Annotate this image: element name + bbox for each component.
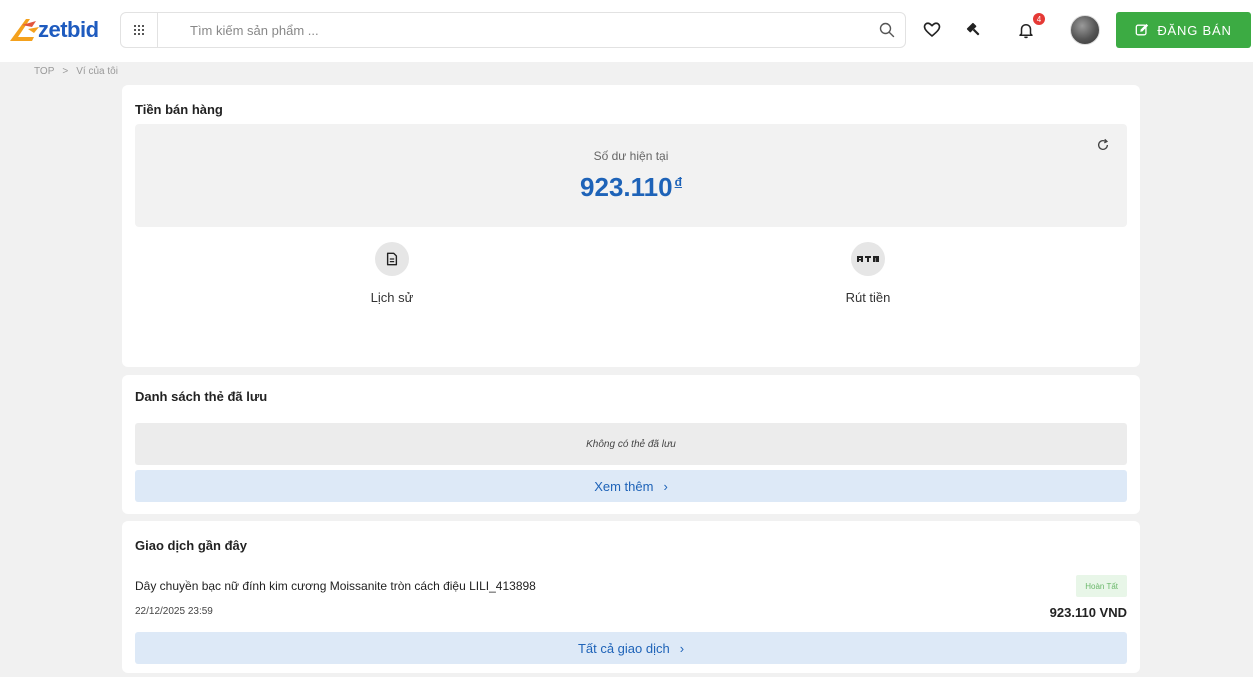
breadcrumb-current: Ví của tôi: [76, 66, 118, 77]
all-transactions-label: Tất cả giao dịch: [577, 640, 670, 656]
sell-button[interactable]: ĐĂNG BÁN: [1116, 12, 1251, 48]
see-more-button[interactable]: Xem thêm ›: [135, 470, 1127, 502]
search-box: [157, 12, 906, 48]
see-more-label: Xem thêm: [594, 478, 654, 494]
atm-icon: [857, 256, 879, 262]
balance-amount: 923.110: [580, 172, 673, 202]
bell-icon: [1019, 24, 1033, 39]
document-icon: [386, 252, 398, 266]
edit-icon: [1136, 23, 1149, 36]
logo-text: zetbid: [38, 17, 99, 42]
balance-label: Số dư hiện tại: [593, 149, 669, 163]
withdraw-action-label: Rút tiền: [845, 290, 891, 305]
notification-badge: 4: [1033, 13, 1045, 25]
search-button[interactable]: [869, 12, 905, 48]
breadcrumb: TOP > Ví của tôi: [34, 66, 118, 77]
saved-cards-title: Danh sách thẻ đã lưu: [135, 389, 268, 404]
breadcrumb-separator: >: [62, 66, 69, 77]
empty-cards-message: Không có thẻ đã lưu: [135, 423, 1127, 465]
refresh-button[interactable]: [1096, 138, 1110, 152]
avatar[interactable]: [1070, 15, 1100, 45]
zetbid-logo[interactable]: zetbid: [8, 14, 99, 46]
transaction-name: Dây chuyền bạc nữ đính kim cương Moissan…: [135, 579, 536, 593]
logo-mark-icon: [10, 19, 39, 41]
status-badge: Hoàn Tất: [1076, 575, 1127, 597]
top-header: zetbid Tìm kiếm sản phẩm ... 4 ĐĂNG BÁN: [0, 0, 1253, 62]
chevron-right-icon: ›: [663, 478, 668, 494]
heart-icon: [923, 22, 941, 37]
withdraw-action[interactable]: Rút tiền: [808, 242, 928, 305]
chevron-right-icon: ›: [679, 640, 685, 656]
auction-button[interactable]: [962, 18, 986, 42]
transactions-title: Giao dịch gần đây: [135, 538, 247, 553]
breadcrumb-home[interactable]: TOP: [34, 66, 54, 77]
sales-balance-card: Tiền bán hàng Số dư hiện tại 923.110 đ Lị…: [122, 85, 1140, 367]
refresh-icon: [1097, 138, 1109, 151]
category-menu-button[interactable]: [120, 12, 158, 48]
all-transactions-button[interactable]: Tất cả giao dịch ›: [135, 632, 1127, 664]
search-icon: [879, 22, 895, 38]
sell-button-label: ĐĂNG BÁN: [1157, 22, 1232, 38]
favorites-button[interactable]: [920, 18, 944, 42]
saved-cards-card: Danh sách thẻ đã lưu Không có thẻ đã lưu…: [122, 375, 1140, 514]
transaction-amount: 923.110 VND: [1049, 605, 1127, 620]
history-action[interactable]: Lịch sử: [332, 242, 452, 305]
transaction-date: 22/12/2025 23:59: [135, 606, 213, 617]
gavel-icon: [966, 22, 980, 36]
balance-value: 923.110 đ: [135, 172, 1127, 203]
withdraw-action-circle: [851, 242, 885, 276]
sales-card-title: Tiền bán hàng: [135, 102, 223, 117]
history-action-label: Lịch sử: [370, 290, 414, 305]
balance-box: Số dư hiện tại 923.110 đ: [135, 124, 1127, 227]
history-action-circle: [375, 242, 409, 276]
recent-transactions-card: Giao dịch gần đây Dây chuyền bạc nữ đính…: [122, 521, 1140, 673]
currency-symbol: đ: [674, 175, 682, 189]
grid-icon: [134, 25, 144, 35]
search-input[interactable]: [158, 13, 869, 47]
